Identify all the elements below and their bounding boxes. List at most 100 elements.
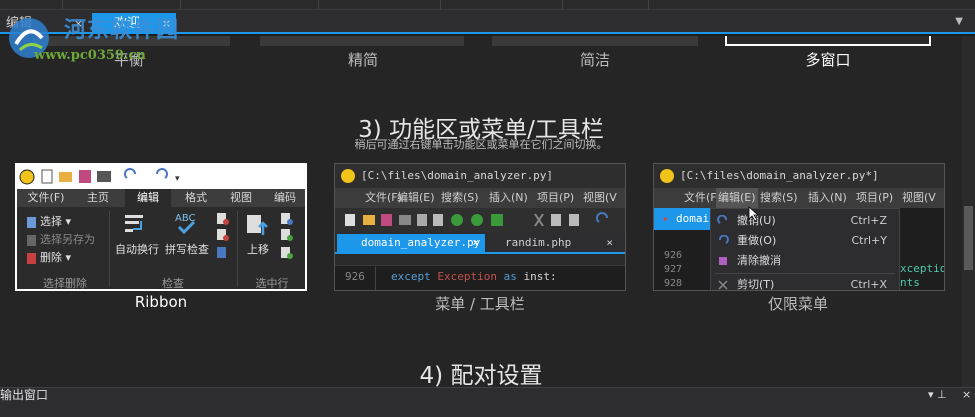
- select-icon: [27, 216, 36, 228]
- ribbon-tab-edit[interactable]: 编辑: [125, 189, 171, 207]
- menu-toolbar-preview[interactable]: [C:\files\domain_analyzer.py] 文件(F) 编辑(E…: [334, 163, 626, 291]
- ribbon-group-check: 检查: [162, 277, 184, 290]
- ribbon-preview[interactable]: ▾ 文件(F) 主页 编辑 格式 视图 编码 选择 ▾ 选择另存为 删除 ▾ 自…: [15, 163, 307, 291]
- ribbon-caption: Ribbon: [134, 293, 188, 311]
- output-panel-title: 输出窗口: [0, 388, 49, 402]
- menu-search[interactable]: 搜索(S): [760, 188, 798, 208]
- layout-thumb-compact[interactable]: [260, 36, 464, 46]
- ribbon-tab-format[interactable]: 格式: [173, 189, 219, 207]
- ribbon-select-save-as-label: 选择另存为: [40, 233, 95, 246]
- layout-label-multiwindow: 多窗口: [805, 51, 851, 69]
- ctx-cut[interactable]: 剪切(T) Ctrl+X: [711, 275, 899, 291]
- ribbon-separator: [237, 211, 238, 287]
- preview-doc-tab[interactable]: ✦ domai: [654, 208, 710, 230]
- code-fragment: xception: [900, 262, 944, 275]
- small-action-icons: [217, 213, 229, 258]
- ribbon-delete-button[interactable]: 删除 ▾: [27, 249, 71, 265]
- menu-view[interactable]: 视图(V: [583, 188, 617, 208]
- ctx-clear-undo[interactable]: 清除撤消: [711, 251, 899, 271]
- undo-icon: [717, 215, 727, 224]
- preview-doc-tabs: domain_analyzer.py × randim.php ×: [335, 232, 625, 254]
- preview-menubar: 文件(F) 编辑(E) 搜索(S) 插入(N) 项目(P) 视图(V: [335, 188, 625, 208]
- toolbar-icons: [345, 212, 608, 227]
- auto-wrap-icon: [125, 215, 143, 232]
- menu-toolbar-caption: 菜单 / 工具栏: [435, 295, 525, 313]
- ribbon-select-button[interactable]: 选择 ▾: [27, 213, 71, 229]
- code-fragment: nts sto: [900, 276, 920, 290]
- tab-list-dropdown-icon[interactable]: ▼: [955, 16, 963, 27]
- ribbon-select-label: 选择: [40, 215, 62, 228]
- menu-project[interactable]: 项目(P): [537, 188, 574, 208]
- section4-heading: 4) 配对设置: [419, 363, 543, 387]
- ctx-redo-label: 重做(O): [737, 234, 777, 247]
- preview-tab-close-icon[interactable]: ×: [472, 234, 479, 252]
- ribbon-tab-view[interactable]: 视图: [221, 189, 261, 207]
- top-menu-strip: [0, 0, 975, 10]
- layout-thumb-simple[interactable]: [492, 36, 698, 46]
- delete-icon: [27, 252, 36, 264]
- ribbon-separator: [109, 211, 110, 287]
- menu-search[interactable]: 搜索(S): [441, 188, 479, 208]
- preview-title: [C:\files\domain_analyzer.py*]: [680, 169, 879, 182]
- line-number: 928: [664, 278, 683, 289]
- preview-menubar: 文件(F) 编辑(E) 搜索(S) 插入(N) 项目(P) 视图(V: [654, 188, 944, 208]
- ribbon-group-selected-line: 选中行: [255, 277, 289, 290]
- ctx-undo[interactable]: 撤销(U) Ctrl+Z: [711, 211, 899, 231]
- ctx-clear-undo-label: 清除撤消: [737, 254, 781, 267]
- app-window: 编辑 × 欢迎 × ▼ 平衡 精简 简洁 多窗口 3) 功能区或菜单/工具栏 稍…: [0, 0, 975, 417]
- line-number: 926: [345, 270, 365, 283]
- app-logo-icon: [341, 169, 355, 183]
- line-action-icons: [281, 213, 293, 259]
- ribbon-tab-home[interactable]: 主页: [73, 189, 123, 207]
- preview-toolbar: [335, 208, 625, 232]
- watermark-title: 河东软件园: [64, 18, 180, 43]
- preview-tab-randim[interactable]: randim.php ×: [487, 234, 619, 252]
- menu-view[interactable]: 视图(V: [902, 188, 936, 208]
- vertical-scrollbar[interactable]: [962, 36, 975, 387]
- output-panel: 输出窗口 ▾ ⊥ ×: [0, 387, 975, 417]
- menu-only-preview[interactable]: [C:\files\domain_analyzer.py*] 文件(F) 编辑(…: [653, 163, 945, 291]
- spell-check-icon: ABC: [175, 213, 196, 235]
- ctx-redo[interactable]: 重做(O) Ctrl+Y: [711, 231, 899, 251]
- clear-undo-icon: [719, 257, 727, 265]
- ctx-redo-shortcut: Ctrl+Y: [851, 234, 887, 247]
- ribbon-delete-label: 删除: [40, 251, 62, 264]
- line-number: 927: [664, 264, 683, 275]
- ribbon-auto-wrap-button[interactable]: 自动换行: [115, 241, 159, 257]
- code-text: inst:: [523, 270, 557, 283]
- line-number: 926: [664, 250, 683, 261]
- ribbon-tab-encoding[interactable]: 编码: [265, 189, 305, 207]
- layout-thumb-multiwindow[interactable]: [725, 36, 931, 46]
- save-as-icon: [27, 234, 36, 246]
- ctx-separator: [715, 273, 895, 274]
- ctx-cut-shortcut: Ctrl+X: [850, 278, 887, 291]
- preview-ruler: [335, 254, 625, 266]
- ribbon-tab-file[interactable]: 文件(F): [21, 189, 71, 207]
- ctx-cut-label: 剪切(T): [737, 278, 775, 291]
- menu-edit[interactable]: 编辑(E): [716, 188, 758, 208]
- ribbon-select-save-as-button[interactable]: 选择另存为: [27, 231, 95, 247]
- menu-insert[interactable]: 插入(N): [808, 188, 847, 208]
- menu-edit[interactable]: 编辑(E): [397, 188, 435, 208]
- mouse-cursor-icon: [748, 206, 760, 222]
- output-panel-close-icon[interactable]: ×: [962, 388, 971, 401]
- menu-only-caption: 仅限菜单: [767, 295, 828, 313]
- menu-project[interactable]: 项目(P): [856, 188, 893, 208]
- menu-insert[interactable]: 插入(N): [489, 188, 528, 208]
- welcome-page: 平衡 精简 简洁 多窗口 3) 功能区或菜单/工具栏 稍后可通过右键单击功能区或…: [0, 36, 962, 387]
- cut-icon: [718, 280, 728, 290]
- preview-tab-close-icon[interactable]: ×: [606, 234, 613, 252]
- svg-text:▾: ▾: [175, 174, 180, 184]
- move-up-icon: [247, 215, 268, 235]
- modified-icon: ✦: [662, 212, 669, 225]
- ribbon-spell-check-button[interactable]: 拼写检查: [165, 241, 209, 257]
- ribbon-move-up-button[interactable]: 上移: [247, 241, 269, 257]
- preview-tab-domain-analyzer[interactable]: domain_analyzer.py ×: [337, 234, 485, 252]
- output-panel-pin-icon[interactable]: ▾ ⊥: [928, 388, 947, 401]
- preview-tab-label: randim.php: [505, 236, 572, 249]
- code-keyword: as: [503, 270, 517, 283]
- scrollbar-thumb[interactable]: [964, 206, 973, 270]
- preview-title: [C:\files\domain_analyzer.py]: [361, 169, 554, 182]
- section3-subheading: 稍后可通过右键单击功能区或菜单在它们之间切换。: [354, 138, 608, 151]
- watermark-url: www.pc0359.cn: [34, 48, 146, 63]
